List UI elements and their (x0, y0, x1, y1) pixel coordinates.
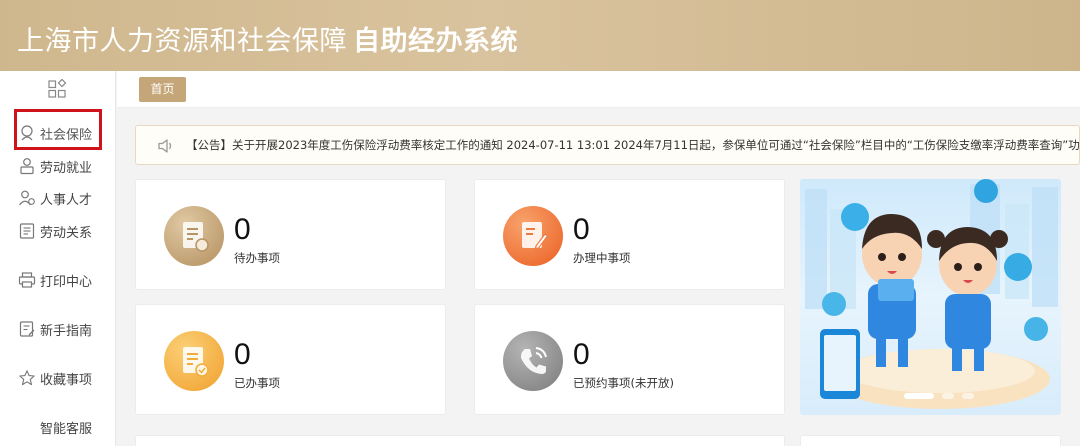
sidebar: 社会保险 劳动就业 人事人才 劳动关系 打印中心 新手指南 收藏事项 智能客服 (0, 71, 116, 446)
announcement-text: 【公告】关于开展2023年度工伤保险浮动费率核定工作的通知 2024-07-11… (186, 138, 1080, 152)
sidebar-item-label: 收藏事项 (40, 372, 93, 388)
printer-icon (18, 272, 36, 288)
app-subtitle: 自助经办系统 (353, 26, 518, 57)
completed-task-icon (164, 331, 224, 391)
guide-icon (19, 321, 35, 337)
bottom-panel-right (800, 435, 1061, 446)
app-header: 上海市人力资源和社会保障 自助经办系统 (0, 0, 1080, 71)
completed-count: 0 (234, 338, 251, 371)
employment-icon (20, 158, 34, 175)
carousel-dots (904, 393, 974, 399)
sidebar-item-smart-service[interactable]: 智能客服 (40, 416, 92, 438)
sidebar-item-label: 劳动就业 (40, 160, 93, 176)
sidebar-item-label: 社会保险 (40, 127, 93, 143)
phone-icon (503, 331, 563, 391)
labor-relations-icon (19, 223, 35, 239)
tab-bar: 首页 (117, 71, 1080, 108)
sidebar-item-label: 打印中心 (40, 274, 93, 290)
stat-card-pending[interactable]: 0 待办事项 (135, 179, 446, 290)
sidebar-item-label: 人事人才 (40, 192, 93, 208)
sidebar-item-print-center[interactable]: 打印中心 (18, 269, 92, 291)
bottom-panel-left (135, 435, 785, 446)
in-progress-count: 0 (573, 213, 590, 246)
sidebar-item-label: 新手指南 (40, 323, 93, 339)
app-title: 上海市人力资源和社会保障 自助经办系统 (17, 26, 518, 57)
sidebar-item-label: 智能客服 (40, 421, 93, 437)
social-insurance-icon (21, 125, 33, 141)
carousel-dot-3[interactable] (962, 393, 974, 399)
cartoon-children-illustration (805, 179, 1058, 409)
grid-menu-icon[interactable] (47, 79, 67, 99)
sidebar-item-label: 劳动关系 (40, 225, 93, 241)
stat-card-completed[interactable]: 0 已办事项 (135, 304, 446, 415)
promo-banner[interactable] (800, 179, 1061, 415)
stat-card-reserved[interactable]: 0 已预约事项(未开放) (474, 304, 785, 415)
talent-icon (19, 190, 35, 206)
carousel-dot-2[interactable] (942, 393, 954, 399)
star-icon (19, 370, 35, 386)
speaker-icon (158, 139, 172, 153)
sidebar-item-guide[interactable]: 新手指南 (18, 318, 92, 340)
sidebar-item-social-insurance[interactable]: 社会保险 (18, 122, 92, 144)
carousel-dot-1[interactable] (904, 393, 934, 399)
in-progress-label: 办理中事项 (573, 251, 631, 265)
sidebar-item-talent[interactable]: 人事人才 (18, 187, 92, 209)
pending-label: 待办事项 (234, 251, 280, 265)
sidebar-item-employment[interactable]: 劳动就业 (18, 155, 92, 177)
tab-home[interactable]: 首页 (139, 77, 186, 102)
sidebar-item-favorites[interactable]: 收藏事项 (18, 367, 92, 389)
reserved-count: 0 (573, 338, 590, 371)
stat-card-in-progress[interactable]: 0 办理中事项 (474, 179, 785, 290)
pending-count: 0 (234, 213, 251, 246)
pending-task-icon (164, 206, 224, 266)
in-progress-icon (503, 206, 563, 266)
completed-label: 已办事项 (234, 376, 280, 390)
reserved-label: 已预约事项(未开放) (573, 376, 674, 390)
sidebar-item-labor-relations[interactable]: 劳动关系 (18, 220, 92, 242)
announcement-bar[interactable]: 【公告】关于开展2023年度工伤保险浮动费率核定工作的通知 2024-07-11… (135, 125, 1080, 165)
